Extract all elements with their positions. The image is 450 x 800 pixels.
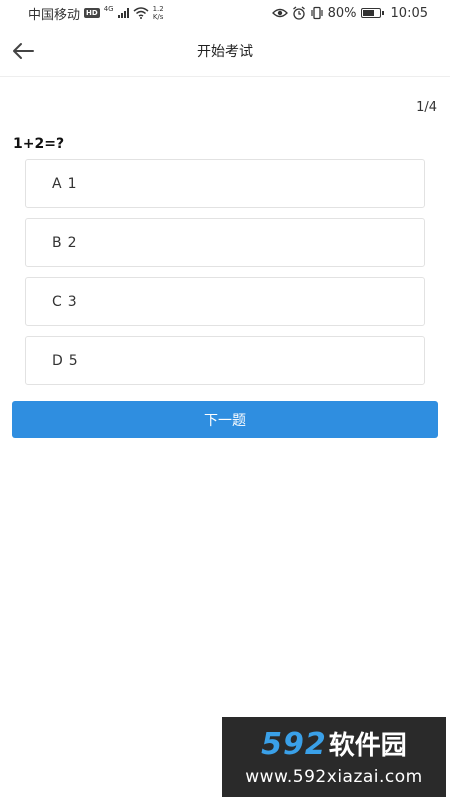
battery-fill <box>362 10 374 16</box>
option-letter: A <box>52 175 62 192</box>
page-title: 开始考试 <box>197 44 253 60</box>
vibrate-icon <box>311 6 323 20</box>
carrier-label: 中国移动 <box>28 7 81 23</box>
speed-unit: K/s <box>152 13 164 21</box>
next-question-button[interactable]: 下一题 <box>12 401 438 438</box>
wifi-icon <box>133 7 149 19</box>
battery-icon <box>360 8 384 18</box>
network-speed: 1.2 K/s <box>153 5 164 21</box>
option-c[interactable]: C 3 <box>25 277 425 326</box>
status-right: 80% 10:05 <box>271 5 450 21</box>
option-b[interactable]: B 2 <box>25 218 425 267</box>
question-text: 1+2=? <box>13 136 65 152</box>
option-text: 3 <box>67 293 77 310</box>
option-text: 5 <box>68 352 78 369</box>
site-watermark-logo: 592 软件园 www.592xiazai.com <box>222 717 446 797</box>
option-a[interactable]: A 1 <box>25 159 425 208</box>
watermark-brand: 592 软件园 <box>261 726 407 763</box>
clock: 10:05 <box>390 5 428 21</box>
option-text: 2 <box>67 234 77 251</box>
speed-value: 1.2 <box>152 5 164 13</box>
back-button[interactable] <box>10 38 36 64</box>
watermark-url: www.592xiazai.com <box>245 766 423 787</box>
question-progress: 1/4 <box>416 100 437 115</box>
eye-icon <box>271 8 288 18</box>
options-list: A 1 B 2 C 3 D 5 <box>25 159 425 395</box>
network-type-label: 4G <box>103 5 114 13</box>
status-bar: 中国移动 HD 4G 1.2 K/s 80% 10:05 <box>0 0 450 26</box>
hd-icon: HD <box>84 8 100 18</box>
option-text: 1 <box>67 175 77 192</box>
option-letter: C <box>52 293 62 310</box>
option-d[interactable]: D 5 <box>25 336 425 385</box>
option-letter: B <box>52 234 62 251</box>
status-left: 中国移动 HD 4G 1.2 K/s <box>0 4 164 23</box>
watermark-name: 软件园 <box>328 730 407 761</box>
arrow-left-icon <box>13 43 34 59</box>
nav-bar: 开始考试 <box>0 26 450 77</box>
option-letter: D <box>52 352 63 369</box>
battery-percent: 80% <box>327 5 357 21</box>
alarm-icon <box>292 6 305 20</box>
exam-screen: 中国移动 HD 4G 1.2 K/s 80% 10:05 开始考试 1/4 1+… <box>0 0 450 800</box>
signal-icon <box>117 8 129 18</box>
watermark-number: 592 <box>261 726 327 762</box>
